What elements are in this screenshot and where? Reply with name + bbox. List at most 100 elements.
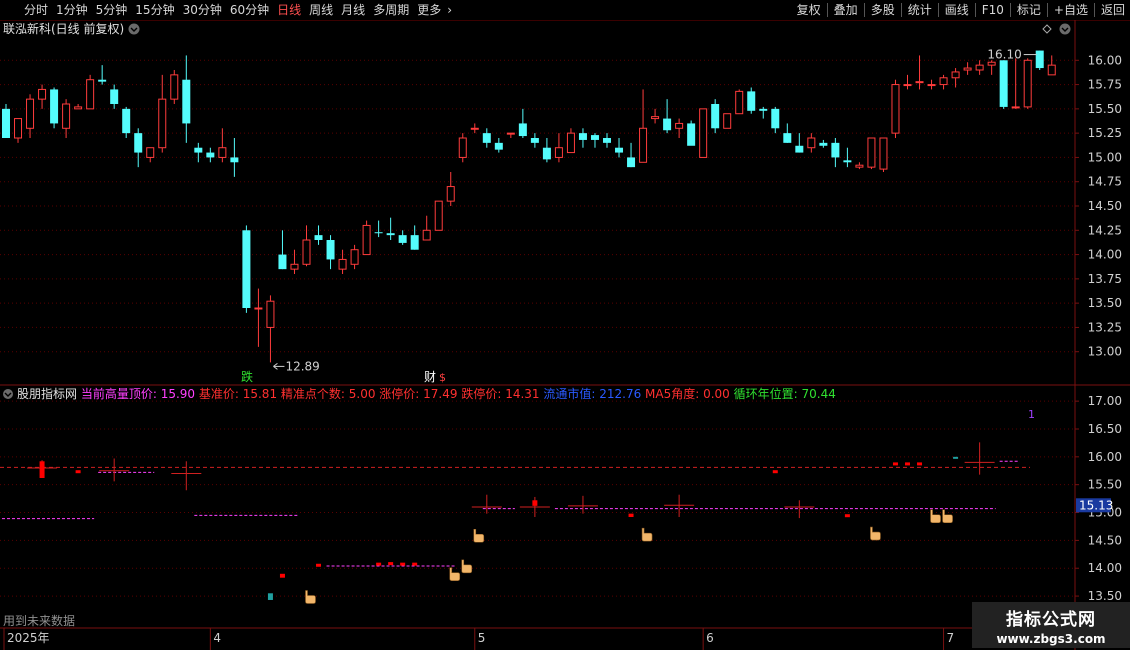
settings-dropdown-icon[interactable]: [1059, 23, 1071, 35]
toolbar-divider: [900, 3, 902, 17]
main-ytick-label: 15.50: [1088, 102, 1122, 116]
diamond-icon[interactable]: [1042, 24, 1052, 34]
red-signal-mark: [316, 563, 322, 567]
candle-body-down: [1035, 50, 1044, 69]
tool-button-0[interactable]: 复权: [792, 0, 826, 20]
period-tab-2[interactable]: 5分钟: [92, 0, 132, 20]
indicator-dropdown-icon[interactable]: [3, 389, 13, 399]
candle-body-down: [615, 147, 624, 153]
indicator-ytick-label: 14.50: [1088, 533, 1122, 547]
candle-body-down: [999, 60, 1008, 107]
candle-body-down: [182, 79, 191, 124]
teal-signal-mark: [267, 593, 273, 600]
candle-body-up: [38, 88, 47, 100]
legend-value: 15.81: [239, 387, 281, 401]
main-ytick-label: 16.00: [1088, 53, 1122, 67]
toolbar-divider: [826, 3, 828, 17]
indicator-corner-mark: 1: [1028, 408, 1035, 421]
candle-body-up: [350, 249, 359, 265]
candle-body-up: [1011, 106, 1020, 109]
date-axis-label: 4: [213, 631, 221, 645]
indicator-ytick-label: 14.00: [1088, 561, 1122, 575]
chart-title: 联泓新科(日线 前复权): [3, 21, 124, 36]
candle-body-down: [410, 235, 419, 250]
main-ytick-label: 13.00: [1088, 345, 1122, 359]
current-price-label: 15.13: [1079, 498, 1113, 512]
candle-body-down: [482, 133, 491, 143]
indicator-ytick-label: 17.00: [1088, 394, 1122, 408]
red-signal-mark: [279, 573, 285, 578]
tool-button-2[interactable]: 多股: [866, 0, 900, 20]
candle-body-up: [146, 147, 155, 158]
legend-value: 0.00: [699, 387, 733, 401]
main-ytick-label: 14.00: [1088, 248, 1122, 262]
candle-body-up: [566, 132, 575, 154]
indicator-ytick-label: 15.50: [1088, 478, 1122, 492]
candle-body-up: [554, 147, 563, 158]
period-tab-9[interactable]: 多周期: [369, 0, 413, 20]
period-tab-4[interactable]: 30分钟: [179, 0, 226, 20]
candle-body-down: [110, 89, 119, 104]
tool-button-5[interactable]: F10: [977, 0, 1009, 20]
toolbar-divider: [863, 3, 865, 17]
candle-body-up: [422, 229, 431, 241]
legend-label: 循环年位置:: [734, 386, 798, 401]
pointing-hand-icon: [461, 559, 473, 574]
tool-button-6[interactable]: 标记: [1012, 0, 1046, 20]
candle-body-down: [590, 135, 599, 140]
candle-body-down: [374, 232, 383, 234]
red-signal-mark: [772, 470, 778, 474]
period-tab-10[interactable]: 更多: [413, 0, 445, 20]
red-signal-mark: [532, 500, 538, 506]
tool-button-1[interactable]: 叠加: [829, 0, 863, 20]
main-ytick-label: 14.50: [1088, 199, 1122, 213]
candle-body-down: [98, 79, 107, 82]
date-axis-label: 2025年: [7, 631, 50, 645]
high-price-label: 16.10: [987, 48, 1021, 62]
low-price-label: 12.89: [285, 359, 319, 373]
indicator-ytick-label: 16.50: [1088, 422, 1122, 436]
period-tab-1[interactable]: 1分钟: [52, 0, 92, 20]
candle-body-up: [26, 98, 35, 129]
title-dropdown-icon[interactable]: [128, 23, 140, 35]
candle-body-down: [278, 254, 287, 270]
legend-label: 涨停价:: [379, 386, 419, 401]
candle-body-down: [122, 108, 131, 134]
legend-value: 70.44: [798, 387, 836, 401]
chevron-right-icon[interactable]: ›: [445, 0, 454, 20]
candle-body-down: [783, 133, 792, 143]
candle-body-down: [663, 118, 672, 131]
tool-button-8[interactable]: 返回: [1096, 0, 1130, 20]
period-tab-8[interactable]: 月线: [337, 0, 369, 20]
period-tab-6[interactable]: 日线: [273, 0, 305, 20]
candle-body-up: [74, 106, 83, 110]
candle-body-up: [434, 200, 443, 231]
tool-button-4[interactable]: 画线: [940, 0, 974, 20]
event-marker-die: 跌: [241, 369, 253, 384]
pointing-hand-icon: [942, 509, 953, 524]
red-signal-mark: [39, 461, 45, 478]
red-signal-mark: [917, 462, 923, 466]
candle-body-down: [386, 233, 395, 236]
period-tab-0[interactable]: 分时: [20, 0, 52, 20]
candle-body-up: [1047, 64, 1056, 76]
candle-body-up: [927, 84, 936, 87]
tool-button-7[interactable]: +自选: [1049, 0, 1093, 20]
period-tab-7[interactable]: 周线: [305, 0, 337, 20]
period-tab-3[interactable]: 15分钟: [131, 0, 178, 20]
tool-button-3[interactable]: 统计: [903, 0, 937, 20]
red-signal-mark: [628, 513, 634, 517]
candle-body-up: [254, 307, 263, 310]
period-tab-5[interactable]: 60分钟: [226, 0, 273, 20]
indicator-title: 股朋指标网: [17, 386, 81, 401]
candle-body-down: [687, 123, 696, 146]
legend-label: MA5角度:: [645, 386, 699, 401]
candle-body-down: [206, 152, 215, 158]
toolbar-divider: [974, 3, 976, 17]
legend-label: 精准点个数:: [281, 386, 345, 401]
candle-body-up: [218, 147, 227, 158]
candle-body-down: [326, 240, 335, 260]
stock-chart[interactable]: 16.0015.7515.5015.2515.0014.7514.5014.25…: [0, 20, 1130, 650]
pointing-hand-icon: [473, 528, 485, 543]
candle-body-down: [398, 235, 407, 243]
